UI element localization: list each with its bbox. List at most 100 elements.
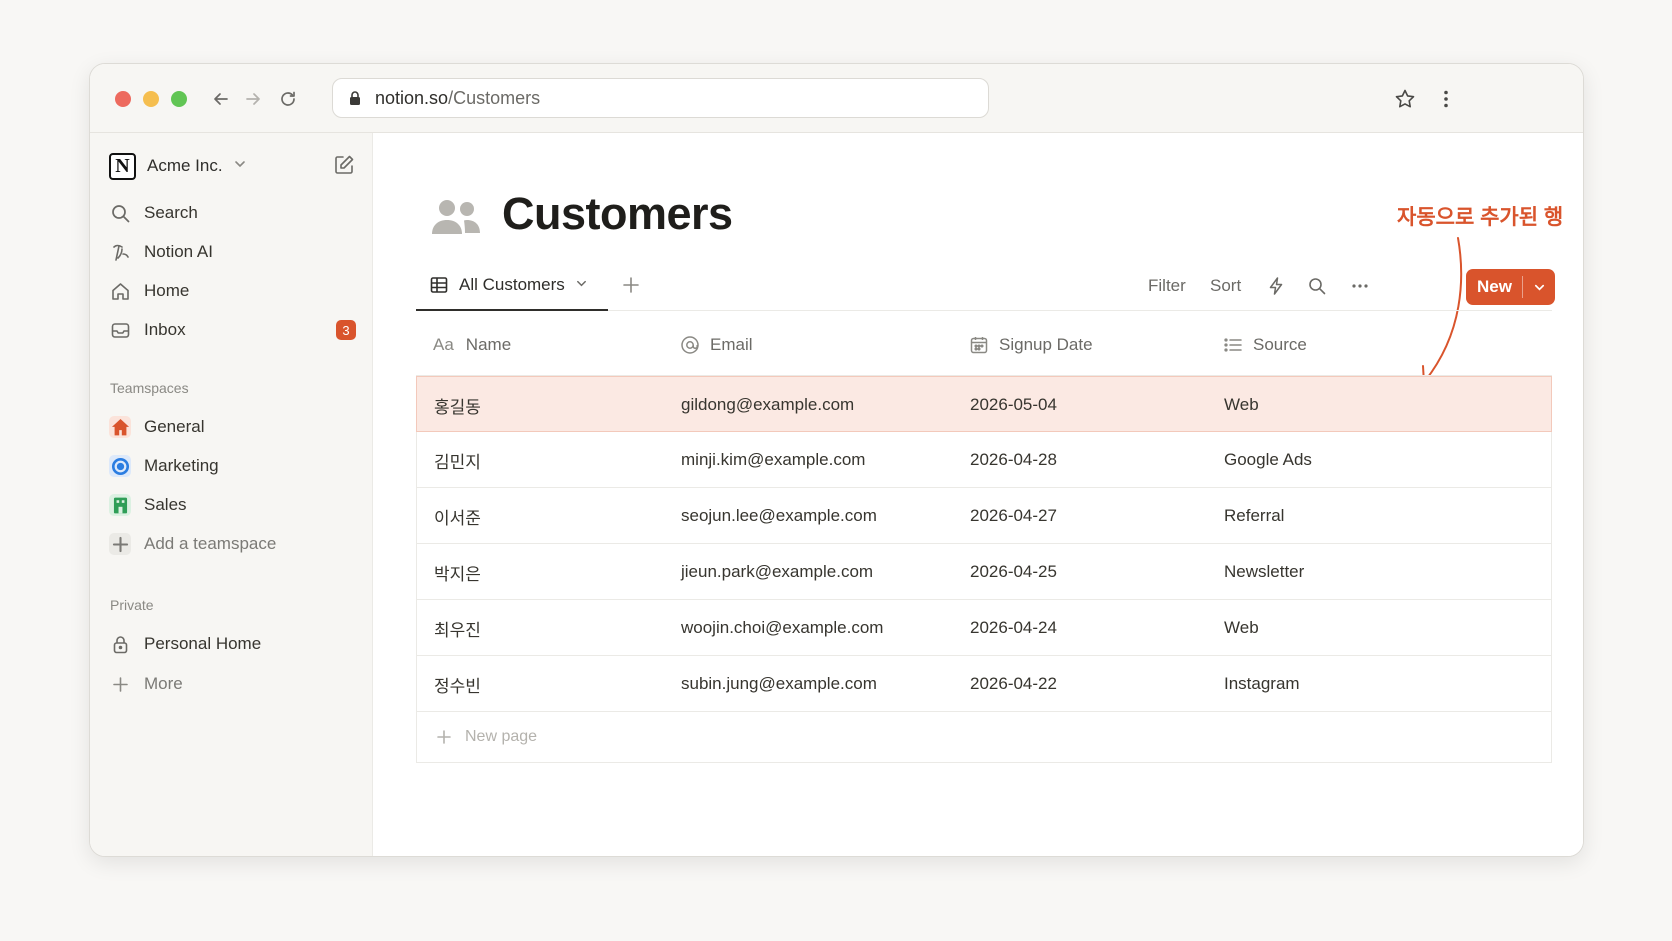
- cell-name[interactable]: 최우진: [434, 600, 481, 656]
- people-icon[interactable]: [430, 198, 482, 238]
- lock-icon: [350, 91, 360, 105]
- cell-email[interactable]: seojun.lee@example.com: [681, 488, 877, 544]
- sidebar-item-personal-home[interactable]: Personal Home: [108, 628, 356, 660]
- column-header-signup-date[interactable]: Signup Date: [969, 333, 1093, 357]
- plus-icon: [437, 730, 451, 744]
- table-row[interactable]: 이서준 seojun.lee@example.com 2026-04-27 Re…: [417, 488, 1551, 544]
- sidebar: N Acme Inc. Search Notion AI Home Inbox …: [90, 133, 373, 856]
- new-options-button[interactable]: [1523, 281, 1555, 294]
- new-button[interactable]: New: [1466, 269, 1555, 305]
- automation-button[interactable]: [1266, 273, 1286, 299]
- more-horizontal-icon: [1352, 284, 1368, 288]
- house-icon: [109, 416, 131, 438]
- column-header-email[interactable]: Email: [680, 333, 753, 357]
- cell-email[interactable]: jieun.park@example.com: [681, 544, 873, 600]
- sidebar-item-label: Notion AI: [144, 242, 213, 261]
- cell-email[interactable]: subin.jung@example.com: [681, 656, 877, 712]
- sidebar-item-label: Add a teamspace: [144, 534, 277, 553]
- table-row[interactable]: 최우진 woojin.choi@example.com 2026-04-24 W…: [417, 600, 1551, 656]
- add-teamspace-button[interactable]: Add a teamspace: [108, 528, 356, 560]
- cell-name[interactable]: 정수빈: [434, 656, 481, 712]
- filter-button[interactable]: Filter: [1148, 273, 1186, 299]
- chevron-down-icon: [1534, 284, 1544, 291]
- cell-name[interactable]: 박지은: [434, 544, 481, 600]
- sidebar-item-label: Marketing: [144, 456, 219, 475]
- bookmark-button[interactable]: [1392, 86, 1418, 112]
- back-button[interactable]: [208, 86, 234, 112]
- browser-menu-button[interactable]: [1433, 86, 1459, 112]
- arrow-right-icon: [246, 93, 260, 105]
- add-view-button[interactable]: [621, 275, 643, 297]
- page-title[interactable]: Customers: [502, 188, 733, 240]
- url-domain: notion.so: [375, 87, 449, 108]
- sidebar-item-inbox[interactable]: Inbox 3: [108, 314, 356, 346]
- cell-email[interactable]: minji.kim@example.com: [681, 432, 865, 488]
- cell-signup-date[interactable]: 2026-04-28: [970, 432, 1057, 488]
- cell-source[interactable]: Web: [1224, 377, 1259, 433]
- sidebar-item-label: General: [144, 417, 205, 436]
- teamspaces-heading: Teamspaces: [110, 380, 189, 396]
- compose-icon: [335, 155, 354, 174]
- main-content: Customers 자동으로 추가된 행 All Customers Filte…: [373, 133, 1583, 856]
- inbox-count-badge: 3: [336, 320, 356, 340]
- column-header-name[interactable]: Aa Name: [433, 333, 511, 357]
- sort-button[interactable]: Sort: [1210, 273, 1241, 299]
- forward-button[interactable]: [240, 86, 266, 112]
- chevron-down-icon: [565, 275, 588, 295]
- reload-button[interactable]: [275, 86, 301, 112]
- cell-signup-date[interactable]: 2026-04-25: [970, 544, 1057, 600]
- table-row[interactable]: 김민지 minji.kim@example.com 2026-04-28 Goo…: [417, 432, 1551, 488]
- view-toolbar: All Customers Filter Sort New: [416, 261, 1555, 311]
- cell-source[interactable]: Referral: [1224, 488, 1284, 544]
- minimize-window-button[interactable]: [143, 91, 159, 107]
- table-row[interactable]: 정수빈 subin.jung@example.com 2026-04-22 In…: [417, 656, 1551, 712]
- more-options-button[interactable]: [1350, 273, 1370, 299]
- column-header-source[interactable]: Source: [1223, 333, 1307, 357]
- new-page-label: New page: [465, 728, 538, 745]
- annotation-label: 자동으로 추가된 행: [1397, 206, 1564, 229]
- sidebar-item-home[interactable]: Home: [108, 275, 356, 307]
- text-type-icon: Aa: [433, 335, 454, 354]
- address-bar[interactable]: notion.so/Customers: [332, 78, 989, 118]
- tab-all-customers[interactable]: All Customers: [416, 261, 608, 311]
- notion-ai-icon: [108, 240, 132, 264]
- cell-email[interactable]: woojin.choi@example.com: [681, 600, 883, 656]
- sidebar-item-search[interactable]: Search: [108, 197, 356, 229]
- sidebar-item-label: Home: [144, 281, 190, 300]
- table-row-highlighted[interactable]: 홍길동 gildong@example.com 2026-05-04 Web: [416, 376, 1552, 432]
- at-sign-icon: [681, 336, 699, 354]
- customers-table: Aa Name Email Signup Date Source 홍길동 gil…: [416, 311, 1552, 763]
- cell-source[interactable]: Newsletter: [1224, 544, 1304, 600]
- cell-signup-date[interactable]: 2026-05-04: [970, 377, 1057, 433]
- plus-icon: [108, 672, 132, 696]
- sidebar-item-label: Sales: [144, 495, 187, 514]
- workspace-name: Acme Inc.: [147, 156, 223, 175]
- cell-source[interactable]: Instagram: [1224, 656, 1300, 712]
- sidebar-item-sales[interactable]: Sales: [108, 489, 356, 521]
- cell-name[interactable]: 홍길동: [434, 377, 481, 433]
- close-window-button[interactable]: [115, 91, 131, 107]
- sidebar-item-more[interactable]: More: [108, 668, 356, 700]
- cell-signup-date[interactable]: 2026-04-24: [970, 600, 1057, 656]
- maximize-window-button[interactable]: [171, 91, 187, 107]
- sidebar-item-general[interactable]: General: [108, 411, 356, 443]
- star-icon: [1395, 89, 1415, 108]
- search-table-button[interactable]: [1307, 273, 1327, 299]
- new-page-row-button[interactable]: New page: [417, 712, 1551, 762]
- cell-source[interactable]: Web: [1224, 600, 1259, 656]
- calendar-icon: [970, 337, 988, 354]
- workspace-switcher[interactable]: N Acme Inc.: [109, 150, 247, 182]
- cell-signup-date[interactable]: 2026-04-27: [970, 488, 1057, 544]
- table-row[interactable]: 박지은 jieun.park@example.com 2026-04-25 Ne…: [417, 544, 1551, 600]
- sidebar-item-label: Search: [144, 203, 198, 222]
- cell-source[interactable]: Google Ads: [1224, 432, 1312, 488]
- cell-email[interactable]: gildong@example.com: [681, 377, 854, 433]
- sidebar-item-label: More: [144, 674, 183, 693]
- cell-signup-date[interactable]: 2026-04-22: [970, 656, 1057, 712]
- cell-name[interactable]: 이서준: [434, 488, 481, 544]
- sidebar-item-label: Personal Home: [144, 634, 262, 653]
- new-page-button[interactable]: [333, 154, 357, 178]
- sidebar-item-notion-ai[interactable]: Notion AI: [108, 236, 356, 268]
- cell-name[interactable]: 김민지: [434, 432, 481, 488]
- sidebar-item-marketing[interactable]: Marketing: [108, 450, 356, 482]
